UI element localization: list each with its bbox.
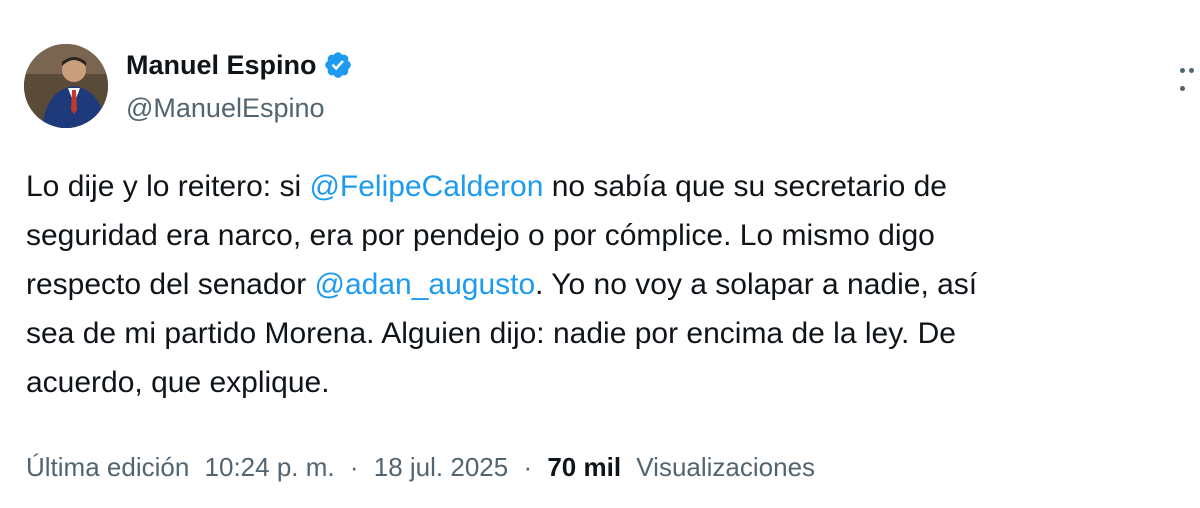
meta-separator: · <box>349 452 359 482</box>
avatar-photo <box>24 44 108 128</box>
tweet-text-line: respecto del senador @adan_augusto. Yo n… <box>26 260 1176 309</box>
edited-label[interactable]: Última edición <box>26 452 189 482</box>
tweet-text-segment: . Yo no voy a solapar a nadie, así <box>535 268 978 301</box>
verified-badge-icon[interactable] <box>323 50 353 80</box>
mention-link[interactable]: @adan_augusto <box>315 268 536 301</box>
tweet-text-line: sea de mi partido Morena. Alguien dijo: … <box>26 309 1176 358</box>
more-options-icon[interactable] <box>1180 60 1200 91</box>
tweet-text-segment: no sabía que su secretario de <box>543 170 947 203</box>
tweet-text-segment: Lo dije y lo reitero: si <box>26 170 310 203</box>
author-handle[interactable]: @ManuelEspino <box>126 91 325 125</box>
tweet-date[interactable]: 18 jul. 2025 <box>374 452 508 482</box>
tweet-text-line: seguridad era narco, era por pendejo o p… <box>26 211 1176 260</box>
tweet-text-line: acuerdo, que explique. <box>26 358 1176 407</box>
views-count[interactable]: 70 mil <box>547 452 621 482</box>
tweet-time[interactable]: 10:24 p. m. <box>205 452 335 482</box>
tweet-text-segment: respecto del senador <box>26 268 315 301</box>
tweet-text: Lo dije y lo reitero: si @FelipeCalderon… <box>26 162 1176 407</box>
views-label[interactable]: Visualizaciones <box>636 452 815 482</box>
tweet-text-segment: acuerdo, que explique. <box>26 366 330 399</box>
author-row: Manuel Espino <box>126 48 353 82</box>
tweet-meta: Última edición 10:24 p. m. · 18 jul. 202… <box>26 450 823 484</box>
author-name[interactable]: Manuel Espino <box>126 48 317 82</box>
mention-link[interactable]: @FelipeCalderon <box>309 170 543 203</box>
meta-separator: · <box>523 452 533 482</box>
avatar[interactable] <box>24 44 108 128</box>
tweet-text-segment: seguridad era narco, era por pendejo o p… <box>26 219 935 252</box>
tweet-text-line: Lo dije y lo reitero: si @FelipeCalderon… <box>26 162 1176 211</box>
tweet-text-segment: sea de mi partido Morena. Alguien dijo: … <box>26 317 956 350</box>
